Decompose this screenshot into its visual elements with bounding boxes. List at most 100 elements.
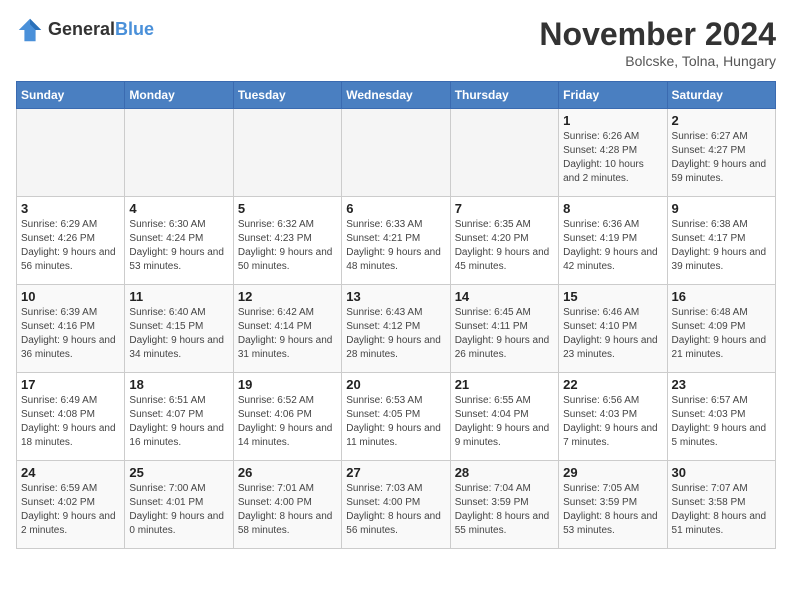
day-number: 4 — [129, 201, 228, 216]
calendar-cell: 24Sunrise: 6:59 AM Sunset: 4:02 PM Dayli… — [17, 461, 125, 549]
calendar-cell: 12 Sunrise: 6:42 AM Sunset: 4:14 PM Dayli… — [233, 285, 341, 373]
day-number: 10 — [21, 289, 120, 304]
day-number: 21 — [455, 377, 554, 392]
day-number: 23 — [672, 377, 771, 392]
weekday-header-cell: Thursday — [450, 82, 558, 109]
day-number: 5 — [238, 201, 337, 216]
calendar-cell: 9 Sunrise: 6:38 AM Sunset: 4:17 PM Daylig… — [667, 197, 775, 285]
day-number: 12 — [238, 289, 337, 304]
day-info: Sunrise: 6:40 AM Sunset: 4:15 PM Dayligh… — [129, 306, 228, 362]
calendar-cell: 17 Sunrise: 6:49 AM Sunset: 4:08 PM Dayli… — [17, 373, 125, 461]
day-info: Sunrise: 6:35 AM Sunset: 4:20 PM Dayligh… — [455, 218, 554, 274]
day-number: 28 — [455, 465, 554, 480]
logo-icon — [16, 16, 44, 44]
day-info: Sunrise: 6:33 AM Sunset: 4:21 PM Dayligh… — [346, 218, 445, 274]
day-number: 18 — [129, 377, 228, 392]
day-info: Sunrise: 7:04 AM Sunset: 3:59 PM Dayligh… — [455, 482, 554, 538]
day-info: Sunrise: 7:03 AM Sunset: 4:00 PM Dayligh… — [346, 482, 445, 538]
calendar-cell: 15 Sunrise: 6:46 AM Sunset: 4:10 PM Dayli… — [559, 285, 667, 373]
calendar-cell: 1 Sunrise: 6:26 AM Sunset: 4:28 PM Daylig… — [559, 109, 667, 197]
day-number: 8 — [563, 201, 662, 216]
calendar-cell: 10Sunrise: 6:39 AM Sunset: 4:16 PM Dayli… — [17, 285, 125, 373]
day-number: 15 — [563, 289, 662, 304]
weekday-header-cell: Wednesday — [342, 82, 450, 109]
day-number: 9 — [672, 201, 771, 216]
calendar-week-row: 3Sunrise: 6:29 AM Sunset: 4:26 PM Daylig… — [17, 197, 776, 285]
calendar-cell: 20 Sunrise: 6:53 AM Sunset: 4:05 PM Dayli… — [342, 373, 450, 461]
weekday-header-cell: Saturday — [667, 82, 775, 109]
calendar-header: SundayMondayTuesdayWednesdayThursdayFrid… — [17, 82, 776, 109]
day-info: Sunrise: 6:49 AM Sunset: 4:08 PM Dayligh… — [21, 394, 120, 450]
weekday-header-cell: Monday — [125, 82, 233, 109]
day-info: Sunrise: 6:36 AM Sunset: 4:19 PM Dayligh… — [563, 218, 662, 274]
day-info: Sunrise: 6:57 AM Sunset: 4:03 PM Dayligh… — [672, 394, 771, 450]
weekday-header-cell: Tuesday — [233, 82, 341, 109]
weekday-header-cell: Sunday — [17, 82, 125, 109]
calendar-cell: 22 Sunrise: 6:56 AM Sunset: 4:03 PM Dayli… — [559, 373, 667, 461]
weekday-header-cell: Friday — [559, 82, 667, 109]
calendar-cell — [125, 109, 233, 197]
calendar-cell: 13 Sunrise: 6:43 AM Sunset: 4:12 PM Dayli… — [342, 285, 450, 373]
day-info: Sunrise: 6:29 AM Sunset: 4:26 PM Dayligh… — [21, 218, 120, 274]
calendar-cell: 26 Sunrise: 7:01 AM Sunset: 4:00 PM Dayli… — [233, 461, 341, 549]
logo: GeneralBlue — [16, 16, 154, 44]
page-header: GeneralBlue November 2024 Bolcske, Tolna… — [16, 16, 776, 69]
calendar-cell: 2 Sunrise: 6:27 AM Sunset: 4:27 PM Daylig… — [667, 109, 775, 197]
day-info: Sunrise: 6:55 AM Sunset: 4:04 PM Dayligh… — [455, 394, 554, 450]
day-number: 13 — [346, 289, 445, 304]
calendar-cell: 7 Sunrise: 6:35 AM Sunset: 4:20 PM Daylig… — [450, 197, 558, 285]
day-info: Sunrise: 7:01 AM Sunset: 4:00 PM Dayligh… — [238, 482, 337, 538]
calendar-week-row: 1 Sunrise: 6:26 AM Sunset: 4:28 PM Daylig… — [17, 109, 776, 197]
day-number: 20 — [346, 377, 445, 392]
calendar-cell: 5 Sunrise: 6:32 AM Sunset: 4:23 PM Daylig… — [233, 197, 341, 285]
day-number: 22 — [563, 377, 662, 392]
day-number: 2 — [672, 113, 771, 128]
day-info: Sunrise: 6:53 AM Sunset: 4:05 PM Dayligh… — [346, 394, 445, 450]
calendar-week-row: 17 Sunrise: 6:49 AM Sunset: 4:08 PM Dayli… — [17, 373, 776, 461]
calendar-cell — [450, 109, 558, 197]
day-info: Sunrise: 6:27 AM Sunset: 4:27 PM Dayligh… — [672, 130, 771, 186]
day-info: Sunrise: 7:05 AM Sunset: 3:59 PM Dayligh… — [563, 482, 662, 538]
day-number: 29 — [563, 465, 662, 480]
day-number: 1 — [563, 113, 662, 128]
month-title: November 2024 — [539, 16, 776, 53]
day-number: 7 — [455, 201, 554, 216]
calendar-cell: 29 Sunrise: 7:05 AM Sunset: 3:59 PM Dayli… — [559, 461, 667, 549]
day-info: Sunrise: 6:46 AM Sunset: 4:10 PM Dayligh… — [563, 306, 662, 362]
calendar-cell — [17, 109, 125, 197]
day-info: Sunrise: 6:59 AM Sunset: 4:02 PM Dayligh… — [21, 482, 120, 538]
day-info: Sunrise: 6:51 AM Sunset: 4:07 PM Dayligh… — [129, 394, 228, 450]
day-number: 6 — [346, 201, 445, 216]
day-number: 17 — [21, 377, 120, 392]
day-number: 19 — [238, 377, 337, 392]
calendar-week-row: 10Sunrise: 6:39 AM Sunset: 4:16 PM Dayli… — [17, 285, 776, 373]
calendar-cell: 16Sunrise: 6:48 AM Sunset: 4:09 PM Dayli… — [667, 285, 775, 373]
day-number: 11 — [129, 289, 228, 304]
calendar-cell: 3Sunrise: 6:29 AM Sunset: 4:26 PM Daylig… — [17, 197, 125, 285]
calendar-cell: 30Sunrise: 7:07 AM Sunset: 3:58 PM Dayli… — [667, 461, 775, 549]
calendar-cell: 27Sunrise: 7:03 AM Sunset: 4:00 PM Dayli… — [342, 461, 450, 549]
calendar-cell: 14Sunrise: 6:45 AM Sunset: 4:11 PM Dayli… — [450, 285, 558, 373]
calendar-cell: 18 Sunrise: 6:51 AM Sunset: 4:07 PM Dayli… — [125, 373, 233, 461]
day-info: Sunrise: 6:38 AM Sunset: 4:17 PM Dayligh… — [672, 218, 771, 274]
day-info: Sunrise: 6:56 AM Sunset: 4:03 PM Dayligh… — [563, 394, 662, 450]
day-number: 25 — [129, 465, 228, 480]
weekday-header-row: SundayMondayTuesdayWednesdayThursdayFrid… — [17, 82, 776, 109]
day-info: Sunrise: 6:43 AM Sunset: 4:12 PM Dayligh… — [346, 306, 445, 362]
day-info: Sunrise: 7:00 AM Sunset: 4:01 PM Dayligh… — [129, 482, 228, 538]
title-block: November 2024 Bolcske, Tolna, Hungary — [539, 16, 776, 69]
calendar-cell — [233, 109, 341, 197]
day-number: 26 — [238, 465, 337, 480]
day-info: Sunrise: 6:42 AM Sunset: 4:14 PM Dayligh… — [238, 306, 337, 362]
calendar-cell: 8 Sunrise: 6:36 AM Sunset: 4:19 PM Daylig… — [559, 197, 667, 285]
day-info: Sunrise: 6:32 AM Sunset: 4:23 PM Dayligh… — [238, 218, 337, 274]
day-number: 16 — [672, 289, 771, 304]
calendar-cell: 11 Sunrise: 6:40 AM Sunset: 4:15 PM Dayli… — [125, 285, 233, 373]
day-info: Sunrise: 7:07 AM Sunset: 3:58 PM Dayligh… — [672, 482, 771, 538]
day-info: Sunrise: 6:30 AM Sunset: 4:24 PM Dayligh… — [129, 218, 228, 274]
calendar-table: SundayMondayTuesdayWednesdayThursdayFrid… — [16, 81, 776, 549]
calendar-cell: 28 Sunrise: 7:04 AM Sunset: 3:59 PM Dayli… — [450, 461, 558, 549]
calendar-cell — [342, 109, 450, 197]
day-info: Sunrise: 6:26 AM Sunset: 4:28 PM Dayligh… — [563, 130, 662, 186]
calendar-cell: 21 Sunrise: 6:55 AM Sunset: 4:04 PM Dayli… — [450, 373, 558, 461]
